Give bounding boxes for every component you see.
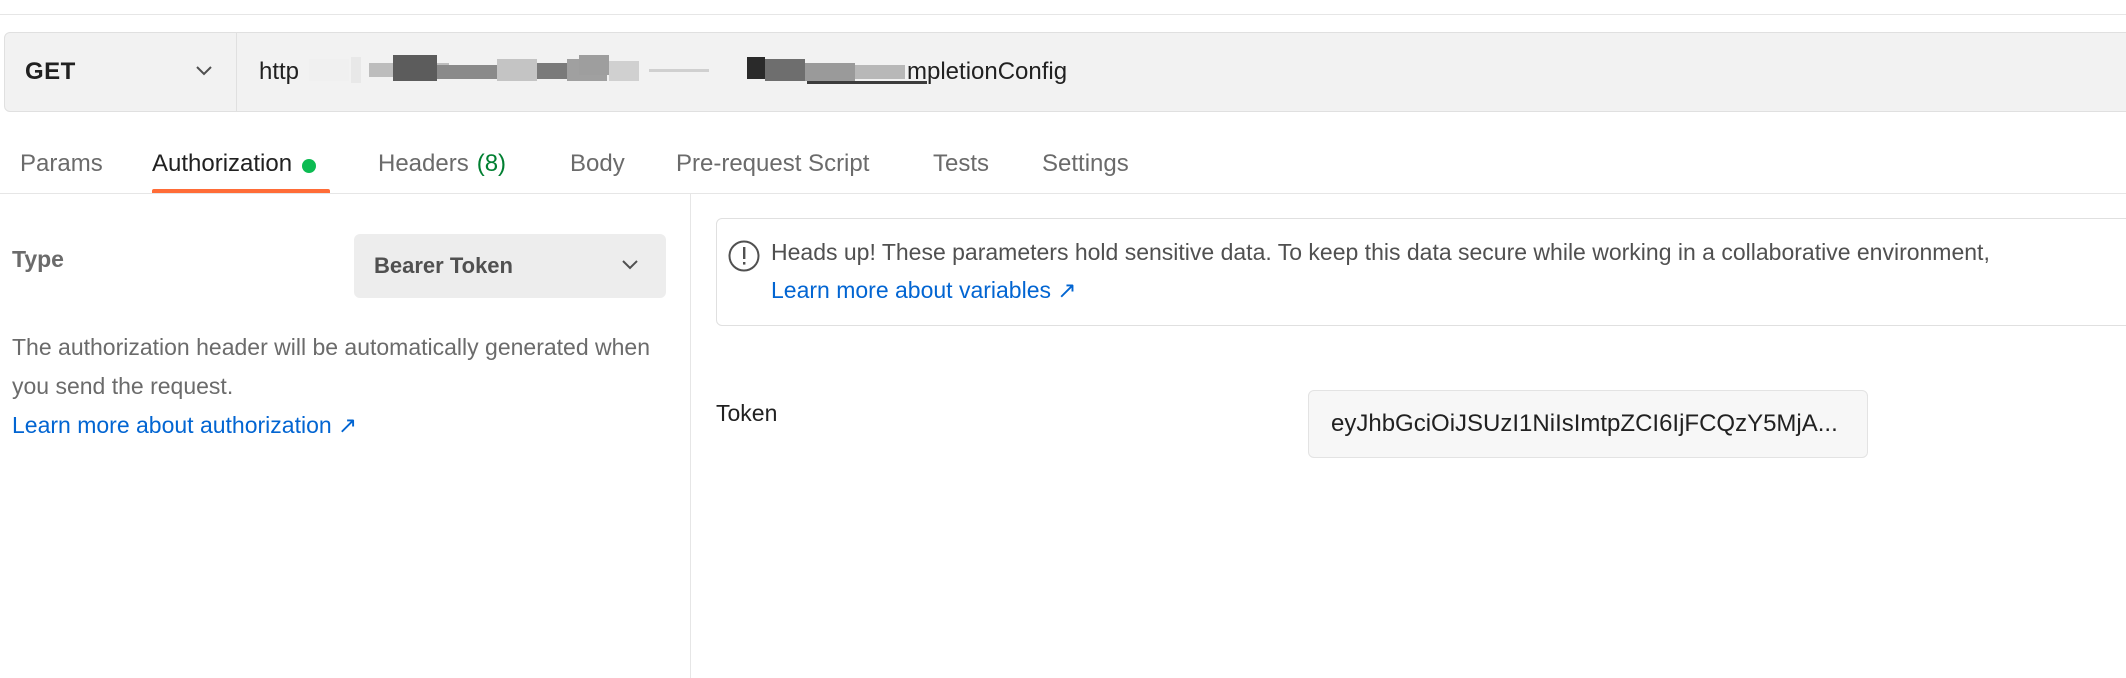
token-value: eyJhbGciOiJSUzI1NiIsImtpZCI6IjFCQzY5MjA.… [1331,410,1838,437]
header-count-badge: (8) [476,150,507,177]
tab-label: Pre-request Script [676,150,870,177]
token-input[interactable]: eyJhbGciOiJSUzI1NiIsImtpZCI6IjFCQzY5MjA.… [1308,390,1868,458]
tab-label: Params [20,150,103,177]
tab-label: Tests [933,150,990,177]
tab-label: Headers [378,150,469,177]
sensitive-data-alert: Heads up! These parameters hold sensitiv… [716,218,2126,326]
url-input[interactable]: http mpletionConfig [237,33,2126,111]
auth-type-label: Type [12,246,64,272]
auth-type-value: Bearer Token [374,253,513,278]
alert-message: Heads up! These parameters hold sensitiv… [771,239,1990,265]
url-text: http [259,58,300,85]
request-tabs: Params Authorization Headers (8) Body Pr… [0,136,2126,194]
request-url-bar: GET http mpletionConfig [4,32,2126,112]
method-selector[interactable]: GET [5,33,237,111]
top-divider [0,0,2126,15]
method-label: GET [25,58,76,85]
active-tab-indicator [152,189,330,193]
auth-type-dropdown[interactable]: Bearer Token [354,234,666,298]
tab-authorization[interactable]: Authorization [152,142,317,194]
tab-tests[interactable]: Tests [933,142,989,194]
tab-label: Authorization [152,150,293,177]
chevron-down-icon [620,254,640,279]
tab-pre-request-script[interactable]: Pre-request Script [676,142,869,194]
token-label: Token [716,400,778,426]
tab-headers[interactable]: Headers (8) [378,142,506,194]
info-alert-icon [727,239,761,278]
learn-more-authorization-link[interactable]: Learn more about authorization ↗ [12,412,357,439]
learn-more-variables-link[interactable]: Learn more about variables ↗ [771,277,1077,304]
status-dot-icon [302,159,317,173]
tab-params[interactable]: Params [20,142,103,194]
url-tail-text: mpletionConfig [907,58,1068,85]
tab-body[interactable]: Body [570,142,625,194]
auth-description: The authorization header will be automat… [12,334,651,399]
tab-label: Settings [1042,150,1129,177]
tab-label: Body [570,150,625,177]
chevron-down-icon [194,60,214,85]
redacted-url-segment [309,55,709,85]
tab-settings[interactable]: Settings [1042,142,1129,194]
auth-type-panel: Type Bearer Token The authorization head… [0,194,691,678]
